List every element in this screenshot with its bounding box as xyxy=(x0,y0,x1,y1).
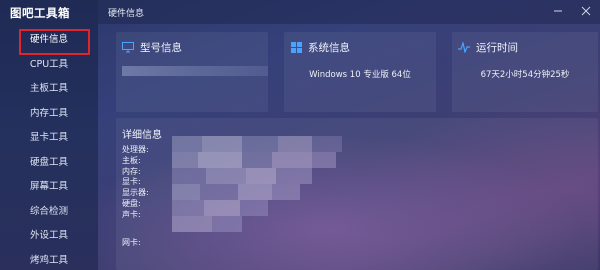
detail-label-memory: 内存: xyxy=(122,166,141,176)
detail-values-redacted xyxy=(172,136,382,236)
model-info-value-redacted xyxy=(122,66,268,76)
windows-logo-icon xyxy=(290,42,302,54)
system-info-value: Windows 10 专业版 64位 xyxy=(309,70,411,80)
system-info-card: 系统信息 Windows 10 专业版 64位 xyxy=(284,32,436,112)
system-info-header: 系统信息 xyxy=(290,40,350,55)
detail-label-cpu: 处理器: xyxy=(122,145,149,154)
detail-label-monitor: 显示器: xyxy=(122,188,149,198)
sidebar-item-motherboard-tools[interactable]: 主板工具 xyxy=(0,77,98,102)
app-title: 图吧工具箱 xyxy=(10,6,70,20)
sidebar-nav: 硬件信息 CPU工具 主板工具 内存工具 显卡工具 硬盘工具 屏幕工具 综合检测… xyxy=(0,28,98,270)
uptime-title: 运行时间 xyxy=(476,42,518,54)
sidebar-item-memory-tools[interactable]: 内存工具 xyxy=(0,102,98,127)
sidebar-item-peripheral-tools[interactable]: 外设工具 xyxy=(0,224,98,249)
model-info-header: 型号信息 xyxy=(122,40,182,55)
window-controls xyxy=(550,3,594,19)
system-info-title: 系统信息 xyxy=(308,42,350,54)
detail-label-motherboard: 主板: xyxy=(122,155,141,165)
sidebar-item-cpu-tools[interactable]: CPU工具 xyxy=(0,53,98,78)
active-item-highlight xyxy=(19,29,90,55)
monitor-icon xyxy=(122,42,134,54)
pulse-icon xyxy=(458,42,470,54)
page-title: 硬件信息 xyxy=(108,9,145,19)
model-info-title: 型号信息 xyxy=(140,42,182,54)
detail-info-title: 详细信息 xyxy=(122,130,162,141)
uptime-value: 67天2小时54分钟25秒 xyxy=(480,70,570,80)
app-window: 图吧工具箱 硬件信息 CPU工具 主板工具 内存工具 显卡工具 硬盘工具 屏幕工… xyxy=(0,0,600,270)
uptime-card: 运行时间 67天2小时54分钟25秒 xyxy=(452,32,598,112)
sidebar-item-gpu-tools[interactable]: 显卡工具 xyxy=(0,126,98,151)
model-info-card: 型号信息 xyxy=(116,32,268,112)
sidebar-item-comprehensive-test[interactable]: 综合检测 xyxy=(0,200,98,225)
detail-info-card: 详细信息 处理器: 主板: 内存: 显卡: 显示器: 硬盘: 声卡: 网卡: xyxy=(116,118,598,270)
detail-label-disk: 硬盘: xyxy=(122,198,141,208)
sidebar-item-disk-tools[interactable]: 硬盘工具 xyxy=(0,151,98,176)
close-icon[interactable] xyxy=(578,3,594,19)
minimize-icon[interactable] xyxy=(550,3,566,19)
detail-label-gpu: 显卡: xyxy=(122,177,141,187)
sidebar-item-screen-tools[interactable]: 屏幕工具 xyxy=(0,175,98,200)
detail-label-network-card: 网卡: xyxy=(122,237,141,247)
uptime-header: 运行时间 xyxy=(458,40,518,55)
sidebar: 图吧工具箱 硬件信息 CPU工具 主板工具 内存工具 显卡工具 硬盘工具 屏幕工… xyxy=(0,0,98,270)
sidebar-item-stress-test[interactable]: 烤鸡工具 xyxy=(0,249,98,270)
title-bar: 硬件信息 xyxy=(98,0,600,24)
detail-label-sound-card: 声卡: xyxy=(122,209,141,219)
detail-label-list: 处理器: 主板: 内存: 显卡: 显示器: 硬盘: 声卡: 网卡: xyxy=(122,145,149,248)
